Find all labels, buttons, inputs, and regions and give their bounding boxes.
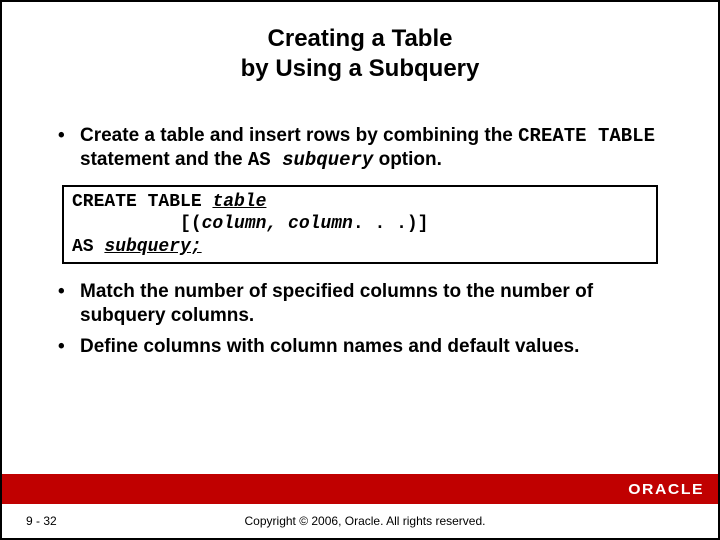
bullet-1-text-c: option.	[373, 149, 442, 170]
code-l1b: table	[212, 192, 266, 212]
code-l2b: column, column	[202, 214, 353, 234]
bullet-list-top: Create a table and insert rows by combin…	[52, 124, 668, 173]
footer: ORACLE 9 - 32 Copyright © 2006, Oracle. …	[2, 474, 718, 538]
bullet-1-text-a: Create a table and insert rows by combin…	[80, 125, 518, 146]
bullet-3: Define columns with column names and def…	[52, 335, 668, 359]
bullet-1-code-2: AS	[248, 149, 282, 171]
footer-red-bar: ORACLE	[2, 474, 718, 504]
bullet-2: Match the number of specified columns to…	[52, 280, 668, 329]
bullet-1-code-1: CREATE TABLE	[518, 125, 655, 147]
code-l3a: AS	[72, 237, 104, 257]
bullet-1-code-3: subquery	[282, 149, 373, 171]
slide-body: Create a table and insert rows by combin…	[2, 94, 718, 359]
code-l2a: [(	[72, 214, 202, 234]
code-l1a: CREATE TABLE	[72, 192, 212, 212]
title-line-2: by Using a Subquery	[42, 54, 678, 84]
copyright: Copyright © 2006, Oracle. All rights res…	[166, 514, 564, 528]
slide-title: Creating a Table by Using a Subquery	[2, 2, 718, 94]
title-line-1: Creating a Table	[42, 24, 678, 54]
code-l3b: subquery;	[104, 237, 201, 257]
bullet-1: Create a table and insert rows by combin…	[52, 124, 668, 173]
slide: Creating a Table by Using a Subquery Cre…	[0, 0, 720, 540]
code-l2c: . . .)]	[353, 214, 429, 234]
page-number: 9 - 32	[26, 514, 166, 528]
footer-row: 9 - 32 Copyright © 2006, Oracle. All rig…	[2, 504, 718, 538]
bullet-1-text-b: statement and the	[80, 149, 248, 170]
oracle-logo: ORACLE	[628, 481, 704, 498]
syntax-code-box: CREATE TABLE table [(column, column. . .…	[62, 185, 658, 265]
bullet-list-bottom: Match the number of specified columns to…	[52, 280, 668, 359]
